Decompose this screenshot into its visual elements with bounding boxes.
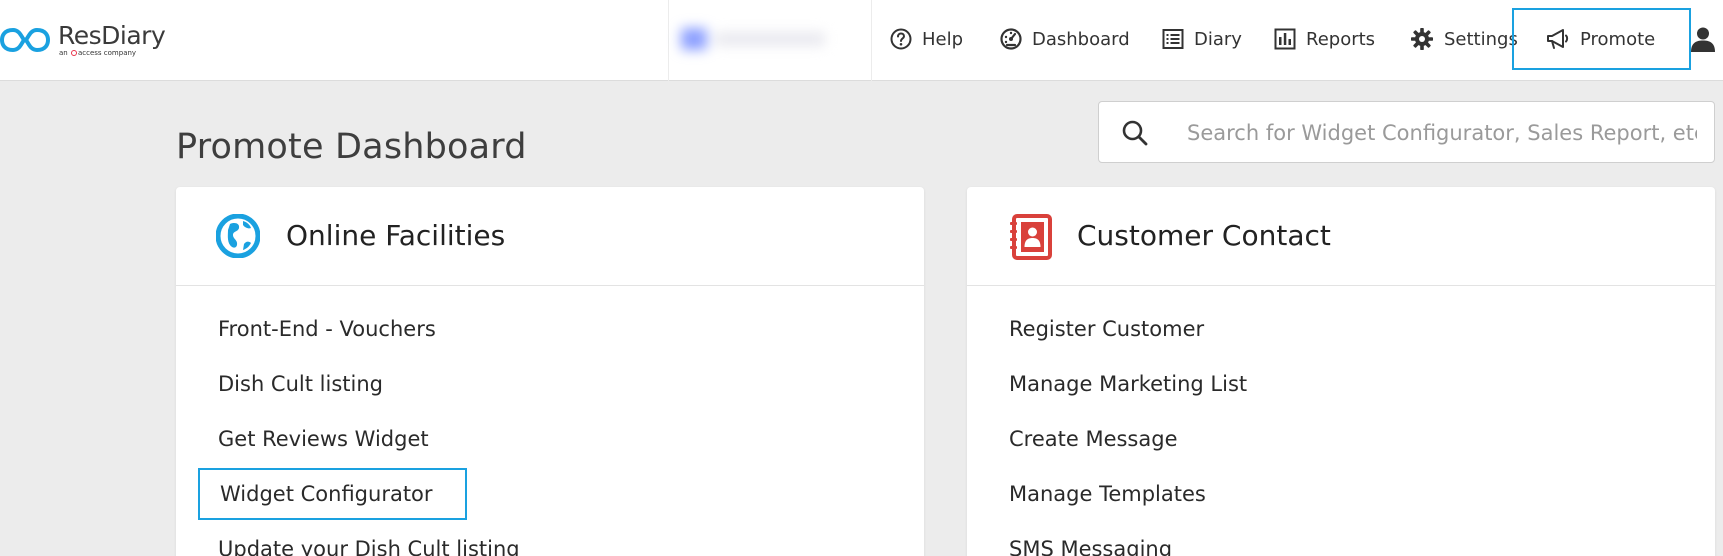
nav-settings-label: Settings: [1444, 28, 1518, 50]
top-navigation-bar: ResDiary an access company Help Dashboar…: [0, 0, 1723, 81]
search-input[interactable]: [1187, 114, 1697, 152]
card-header: Online Facilities: [176, 187, 924, 286]
search-icon: [1122, 120, 1148, 146]
nav-help-label: Help: [922, 28, 964, 50]
card-title-online-facilities: Online Facilities: [286, 219, 506, 252]
megaphone-icon: [1547, 29, 1569, 49]
resdiary-logo[interactable]: ResDiary an access company: [0, 21, 166, 58]
nav-dashboard[interactable]: Dashboard: [1000, 0, 1130, 78]
link-get-reviews-widget[interactable]: Get Reviews Widget: [218, 413, 429, 465]
link-sms-messaging[interactable]: SMS Messaging: [1009, 523, 1172, 556]
globe-icon: [216, 214, 260, 258]
nav-settings[interactable]: Settings: [1410, 0, 1518, 78]
bar-chart-icon: [1274, 28, 1296, 50]
nav-reports-label: Reports: [1306, 28, 1376, 50]
nav-help[interactable]: Help: [890, 0, 963, 78]
nav-diary[interactable]: Diary: [1162, 0, 1242, 78]
venue-selector[interactable]: [668, 0, 872, 81]
card-title-customer-contact: Customer Contact: [1077, 219, 1331, 252]
card-header: Customer Contact: [967, 187, 1715, 286]
link-create-message[interactable]: Create Message: [1009, 413, 1178, 465]
search-box[interactable]: [1098, 101, 1715, 163]
nav-promote-label: Promote: [1580, 28, 1656, 50]
link-register-customer[interactable]: Register Customer: [1009, 303, 1204, 355]
nav-diary-label: Diary: [1194, 28, 1242, 50]
link-manage-marketing-list[interactable]: Manage Marketing List: [1009, 358, 1247, 410]
gear-icon: [1411, 28, 1433, 50]
brand-tagline: an access company: [59, 49, 137, 57]
link-front-end-vouchers[interactable]: Front-End - Vouchers: [218, 303, 436, 355]
help-circle-icon: [890, 28, 912, 50]
user-menu[interactable]: [1690, 26, 1716, 56]
user-icon: [1691, 27, 1715, 52]
online-facilities-card: Online Facilities Front-End - Vouchers D…: [176, 187, 924, 556]
link-widget-configurator[interactable]: Widget Configurator: [198, 468, 467, 520]
nav-reports[interactable]: Reports: [1274, 0, 1375, 78]
speedometer-icon: [1000, 28, 1022, 50]
contact-book-icon: [1010, 214, 1052, 260]
link-dish-cult-listing[interactable]: Dish Cult listing: [218, 358, 383, 410]
blurred-venue-name: [681, 24, 851, 54]
brand-name: ResDiary: [58, 21, 166, 50]
link-update-dish-cult-listing[interactable]: Update your Dish Cult listing: [218, 523, 520, 556]
nav-dashboard-label: Dashboard: [1032, 28, 1130, 50]
page-title: Promote Dashboard: [176, 127, 527, 167]
list-book-icon: [1162, 29, 1184, 49]
nav-promote[interactable]: Promote: [1512, 8, 1692, 70]
customer-contact-card: Customer Contact Register Customer Manag…: [967, 187, 1715, 556]
infinity-logo-icon: [0, 27, 50, 53]
link-manage-templates[interactable]: Manage Templates: [1009, 468, 1206, 520]
